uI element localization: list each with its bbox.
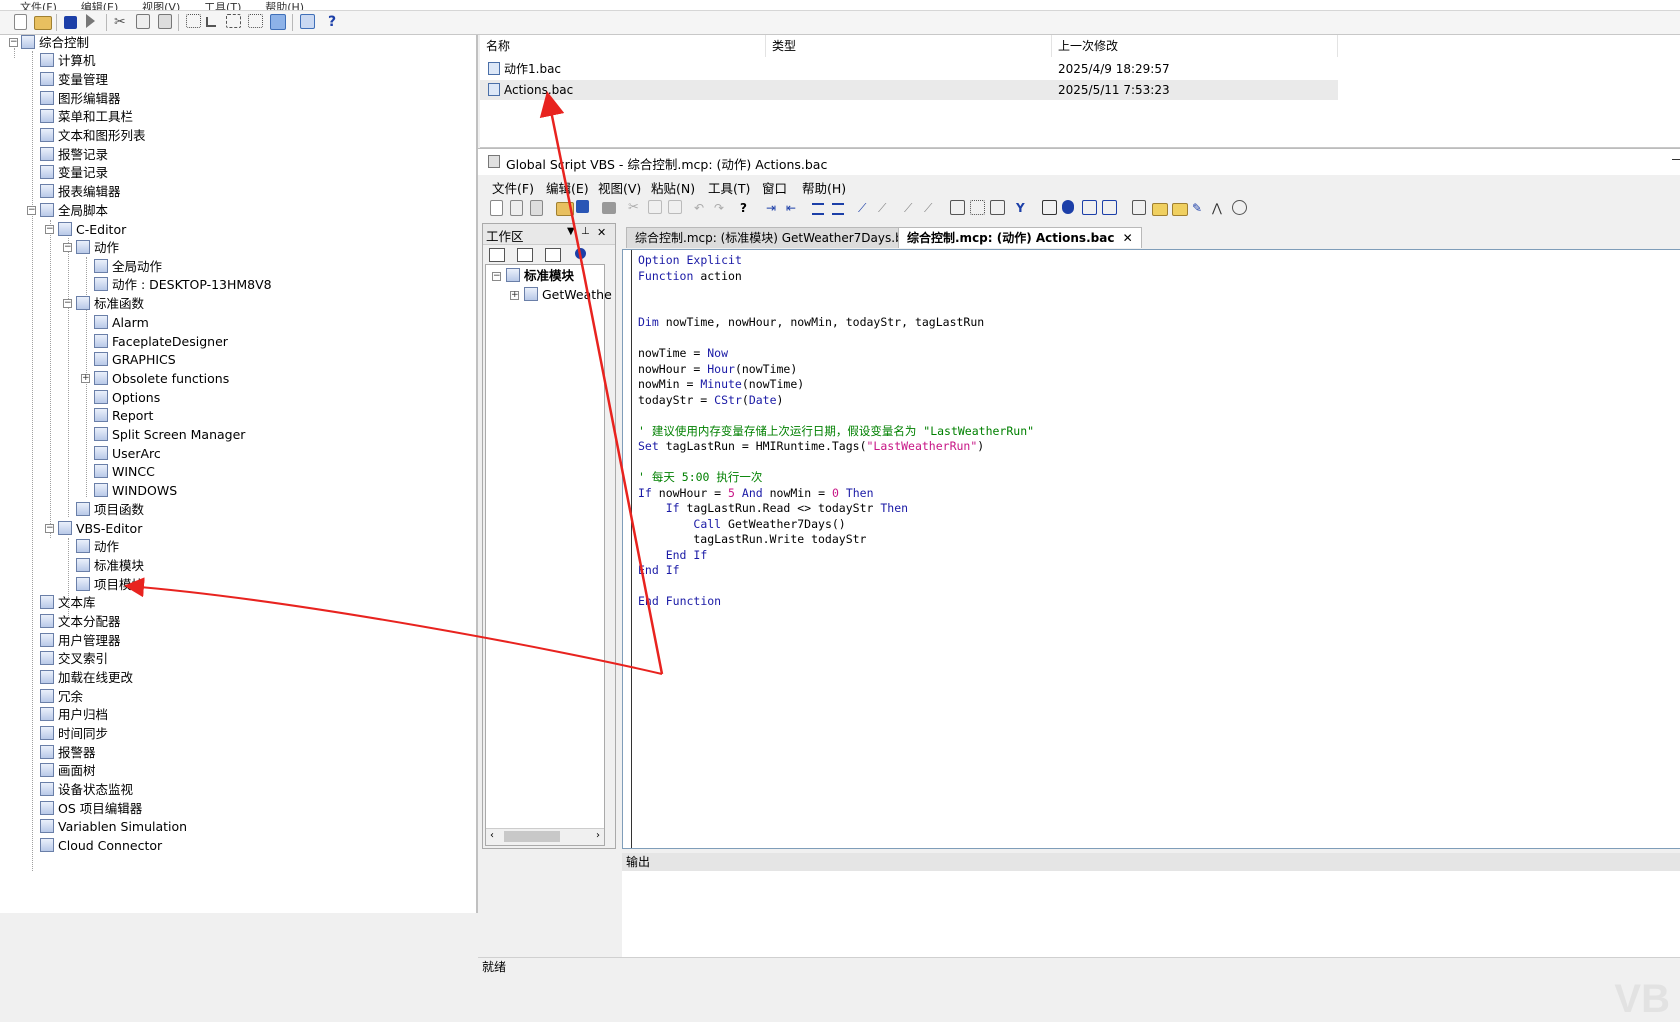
- arrow-to-vbs-actions: [124, 577, 663, 675]
- status-bar: 就绪: [478, 957, 1680, 975]
- annotation-arrows: [124, 91, 664, 675]
- bottom-area: VB: [478, 975, 1680, 1021]
- watermark-logo: VB: [1614, 977, 1670, 1021]
- arrow-to-actions-bac: [539, 91, 664, 675]
